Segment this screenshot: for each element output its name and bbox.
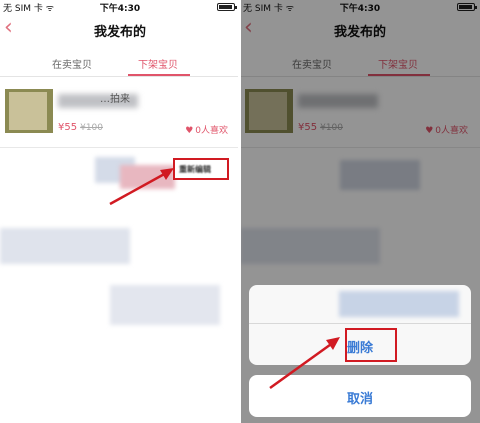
right-screen: 无 SIM 卡 ᯤ 下午4:30 ‹ 我发布的 在卖宝贝 下架宝贝 ¥55 ¥10… [240, 0, 480, 423]
annotation-arrow-right [269, 337, 340, 390]
screenshot-root: 无 SIM 卡 ᯤ 下午4:30 ‹ 我发布的 在卖宝贝 下架宝贝 …拍来 ¥5… [0, 0, 480, 423]
left-screen: 无 SIM 卡 ᯤ 下午4:30 ‹ 我发布的 在卖宝贝 下架宝贝 …拍来 ¥5… [0, 0, 240, 423]
panel-divider [238, 0, 241, 423]
annotation-arrow-left [109, 168, 174, 206]
